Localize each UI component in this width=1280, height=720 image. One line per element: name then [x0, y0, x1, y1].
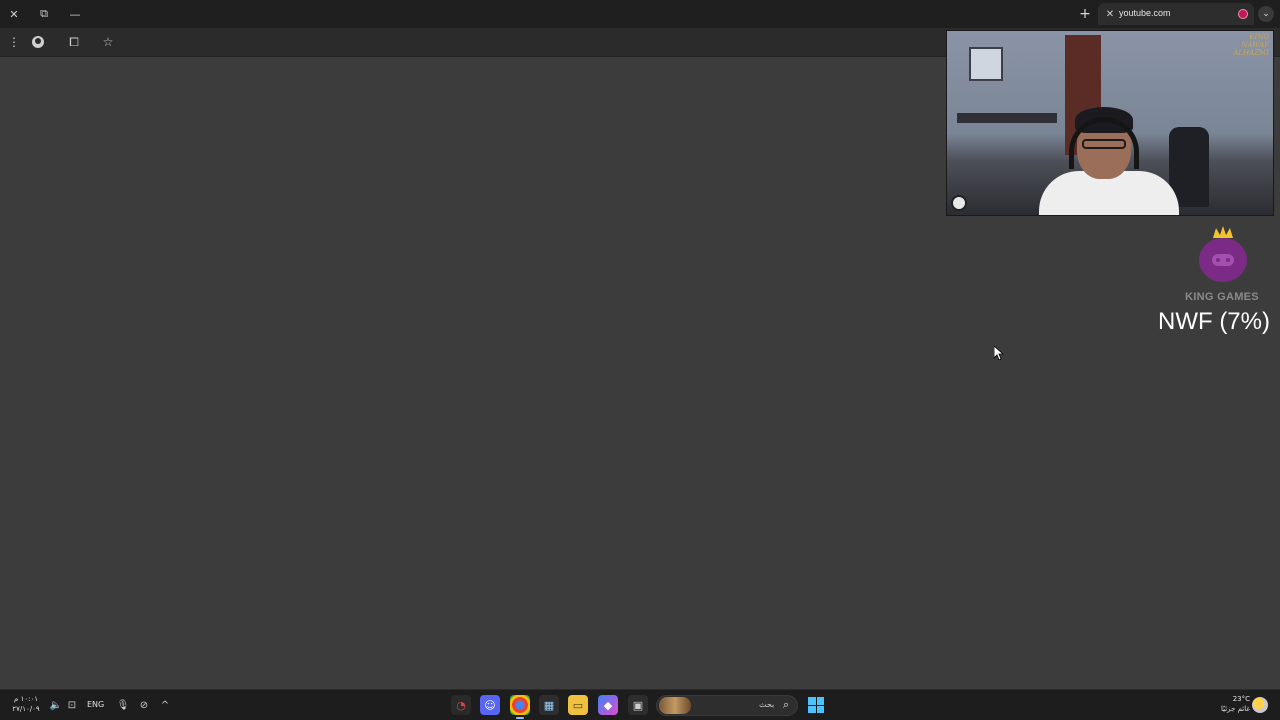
profile-button[interactable] [29, 33, 47, 51]
tab-list-button[interactable]: ⌄ [1258, 6, 1274, 22]
store-icon[interactable]: ▦ [539, 695, 559, 715]
weather-widget[interactable]: 23°C غائم جزئيًا [1210, 694, 1250, 714]
search-highlight-image [659, 697, 691, 714]
restore-window-icon[interactable]: ⧉ [34, 4, 54, 24]
webcam-shelf [957, 113, 1057, 123]
webcam-signature: KING NAWAF ALHAZMI [1233, 33, 1269, 57]
status-text: NWF (7%) [1158, 308, 1270, 335]
microphone-icon[interactable]: 🎙 [116, 698, 130, 712]
menu-icon[interactable]: ⋮ [5, 33, 23, 51]
weather-desc: غائم جزئيًا [1220, 705, 1250, 713]
clock-date: ٢٧/١٠/٠٩ [12, 705, 40, 713]
network-icon[interactable]: ⊡ [65, 698, 79, 712]
chrome-icon[interactable] [510, 695, 530, 719]
crown-icon [1213, 226, 1233, 238]
screen: ✕ ⧉ — + ✕ youtube.com ⌄ ⋮ ⧠ ☆ KING NAWAF A… [0, 0, 1280, 720]
youtube-favicon-icon [1238, 9, 1248, 19]
bookmark-star-icon[interactable]: ☆ [99, 33, 117, 51]
tab-youtube[interactable]: ✕ youtube.com [1098, 3, 1254, 25]
tab-title: youtube.com [1119, 8, 1171, 18]
copilot-icon[interactable]: ◆ [598, 695, 618, 715]
webcam-wall-frame [969, 47, 1003, 81]
mouse-cursor-icon [994, 346, 1004, 360]
minimize-window-icon[interactable]: — [65, 4, 85, 24]
weather-temp: 23°C [1232, 695, 1250, 703]
language-indicator[interactable]: ENG [87, 700, 104, 709]
close-icon[interactable]: ✕ [1104, 7, 1116, 21]
extensions-icon[interactable]: ⧠ [65, 33, 83, 51]
new-tab-button[interactable]: + [1076, 4, 1094, 24]
soccer-ball-icon [951, 195, 967, 211]
gamepad-icon [1212, 254, 1234, 266]
taskbar-search[interactable]: بحث ⌕ [656, 695, 798, 716]
webcam-overlay: KING NAWAF ALHAZMI [946, 30, 1274, 216]
browser-titlebar: ✕ ⧉ — + ✕ youtube.com ⌄ [0, 0, 1280, 28]
app-icon-clock[interactable]: ◔ [451, 695, 471, 715]
camera-off-icon[interactable]: ⊘ [137, 698, 151, 712]
partly-cloudy-icon [1252, 697, 1268, 713]
windows-taskbar: ١٠:٠١ م ٢٧/١٠/٠٩ 🔈 ⊡ ENG 🎙 ⊘ ^ ◔ ☺ ▦ ▭ ◆… [0, 689, 1280, 720]
file-explorer-icon[interactable]: ▭ [568, 695, 588, 715]
discord-icon[interactable]: ☺ [480, 695, 500, 715]
king-games-logo-icon [1199, 226, 1247, 282]
close-window-icon[interactable]: ✕ [4, 4, 24, 24]
search-icon: ⌕ [783, 698, 790, 711]
clock-time: ١٠:٠١ م [14, 695, 38, 703]
show-hidden-icons-chevron-icon[interactable]: ^ [158, 698, 172, 712]
windows-start-icon[interactable] [808, 697, 824, 713]
volume-icon[interactable]: 🔈 [49, 698, 63, 712]
profile-icon [32, 36, 44, 48]
task-view-icon[interactable]: ▣ [628, 695, 648, 715]
logo-text: KING GAMES [1185, 291, 1259, 303]
taskbar-clock[interactable]: ١٠:٠١ م ٢٧/١٠/٠٩ [6, 694, 46, 714]
search-label: بحث [759, 700, 775, 709]
glasses-icon [1082, 139, 1126, 149]
